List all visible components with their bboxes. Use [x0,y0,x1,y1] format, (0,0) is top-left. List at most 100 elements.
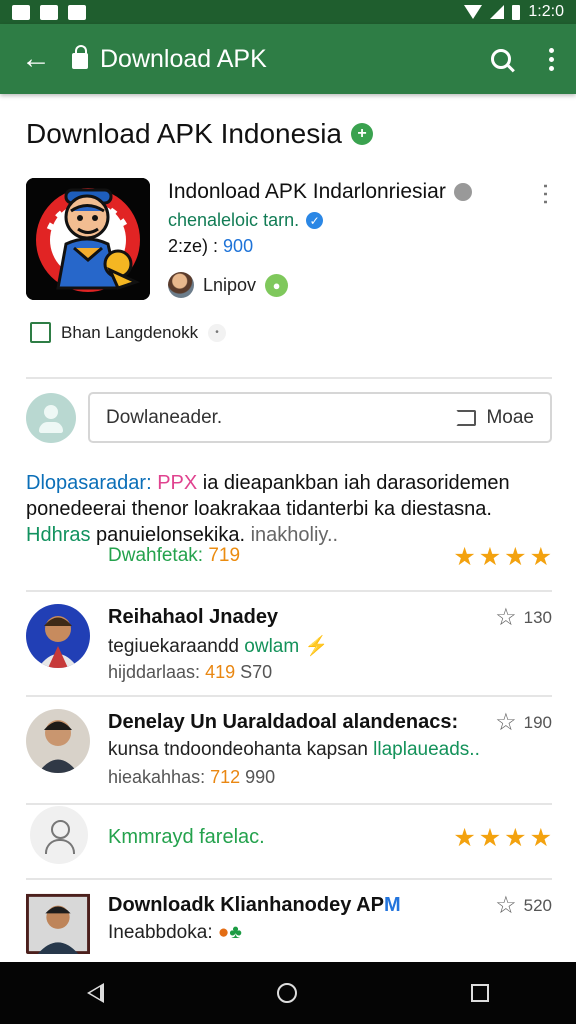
review-meta-value: 419 [205,662,236,682]
nav-home-icon[interactable] [277,983,298,1003]
review-name-text: Downloadk Klianhanodey AP [108,894,384,916]
review-item[interactable]: Denelay Un Uaraldadoal alandenacs: kunsa… [0,697,576,802]
plant-icon: ♣ [229,922,242,943]
review-rating-value: 520 [523,896,552,915]
author-row[interactable]: Lnipov ● [168,272,289,298]
wifi-icon [464,5,483,19]
verified-check-icon: ✓ [306,212,324,229]
status-time: 1:2:0 [528,3,564,20]
description-blue: Dlopasaradar: [26,472,152,494]
lock-icon [72,45,88,69]
download-notification-icon [68,4,86,20]
review-subtitle-text: tegiuekaraandd [108,636,239,657]
star-icon: ★ [504,543,527,571]
star-icon: ★ [529,824,552,852]
info-icon [453,183,472,201]
description-green: Hdhras [26,524,91,546]
app-bar-title: Download APK [100,44,267,73]
checkbox-label: Bhan Langdenokk [61,322,199,342]
section-divider [26,377,552,379]
developer-name[interactable]: chenaleloic tarn. [168,210,299,231]
mode-button[interactable]: Moae [456,407,534,429]
app-stats: 2:ze) : 900 [168,236,538,257]
description-end: panuielonsekika. [96,524,246,546]
app-bar: ← Download APK [0,24,576,94]
blue-m-icon: M [383,894,401,916]
profile-label[interactable]: Kmmrayd farelac. [108,826,265,849]
nav-back-icon[interactable] [86,983,104,1003]
back-arrow-icon[interactable]: ← [0,24,72,94]
page-title-text: Download APK Indonesia [26,118,342,149]
page-title: Download APK Indonesia + [26,118,373,150]
android-icon: ● [265,273,289,297]
review-rating[interactable]: ☆ 520 [495,894,552,918]
lightning-icon: ⚡ [304,636,329,657]
review-subtitle: Ineabbdoka: ●♣ [108,922,528,944]
notification-icons [12,4,86,20]
description-pink: PPX [157,472,198,494]
author-name[interactable]: Lnipov [203,275,256,296]
checkbox-row[interactable]: Bhan Langdenokk • [30,322,227,343]
app-card[interactable]: Indonload APK Indarlonriesiar chenaleloi… [26,178,559,300]
review-rating[interactable]: ☆ 190 [495,711,552,735]
verified-icon: + [351,123,373,145]
more-vert-icon[interactable] [526,24,576,94]
review-avatar [26,709,90,773]
review-subtitle-link[interactable]: owlam [244,636,299,657]
developer-row[interactable]: chenaleloic tarn. ✓ [168,210,538,231]
star-outline-icon[interactable]: ☆ [495,711,517,735]
app-logo [26,178,150,300]
author-avatar [168,272,194,298]
nav-recents-icon[interactable] [471,984,490,1002]
review-meta-value: 712 [210,767,241,787]
stats-label: 2:ze) : [168,236,219,256]
mascot-logo-image [26,178,150,300]
review-subtitle-link[interactable]: llaplaueads.. [373,739,480,760]
review-meta: hieakahhas: 712 990 [108,767,275,788]
download-count-value: 719 [208,545,241,566]
share-icon [456,409,477,426]
small-info-icon: • [208,323,227,342]
review-meta-label: hieakahhas: [108,767,206,787]
description-link[interactable]: inakholiy.. [251,524,338,546]
system-navigation-bar [0,962,576,1024]
star-outline-icon[interactable]: ☆ [495,894,517,918]
stats-value: 900 [223,236,254,256]
download-count-label: Dwahfetak: [108,545,204,566]
star-icon: ★ [504,824,527,852]
review-name: Denelay Un Uaraldadoal alandenacs: [108,711,459,733]
review-meta-extra: 990 [245,767,276,787]
battery-icon [512,4,521,20]
status-right: 1:2:0 [464,3,564,21]
rating-stars: ★ ★ ★ ★ [453,823,552,853]
review-meta-label: hijddarlaas: [108,662,201,682]
review-meta-extra: S70 [240,662,273,682]
review-rating-value: 190 [523,713,552,732]
comment-input[interactable]: Dowlaneader. Moae [88,392,552,443]
star-outline-icon[interactable]: ☆ [495,606,517,630]
star-icon: ★ [453,824,476,852]
review-rating[interactable]: ☆ 130 [495,606,552,630]
image-notification-icon [12,4,30,20]
app-name: Indonload APK Indarlonriesiar [168,180,538,204]
comment-placeholder: Dowlaneader. [106,406,223,428]
app-more-icon[interactable]: ⋯ [532,182,559,206]
review-item[interactable]: Reihahaol Jnadey tegiuekaraandd owlam ⚡ … [0,592,576,697]
section-divider [26,803,552,805]
empty-profile-avatar [30,806,88,864]
review-name: Downloadk Klianhanodey APM [108,894,488,917]
checkbox-icon[interactable] [30,322,51,343]
rating-stars: ★ ★ ★ ★ [453,542,552,572]
gallery-notification-icon [40,4,58,20]
review-rating-value: 130 [523,608,552,627]
app-name-text: Indonload APK Indarlonriesiar [168,180,446,203]
comment-user-avatar [26,393,76,443]
signal-icon [490,5,505,19]
review-avatar [26,604,90,668]
review-subtitle: kunsa tndoondeohanta kapsan llaplaueads.… [108,739,528,761]
mode-label: Moae [486,406,534,428]
description-text: Dlopasaradar: PPX ia dieapankban iah dar… [26,470,552,548]
search-icon[interactable] [476,24,526,94]
star-icon: ★ [478,543,502,571]
review-meta: hijddarlaas: 419 S70 [108,662,272,683]
